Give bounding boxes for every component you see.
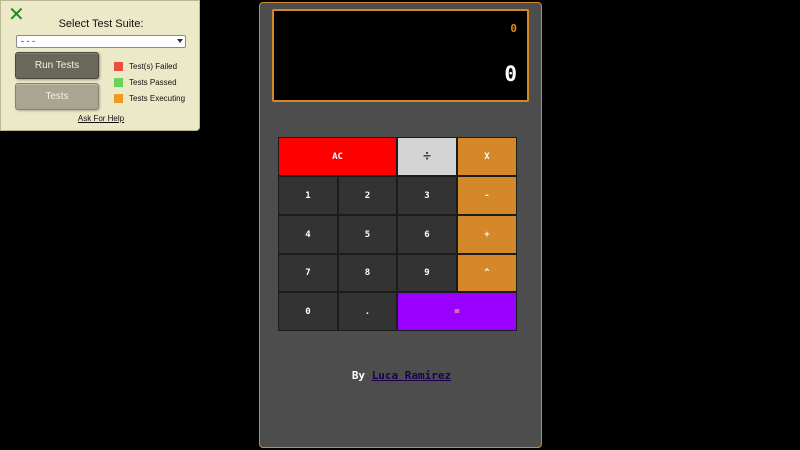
tests-button[interactable]: Tests	[15, 83, 99, 110]
subtract-button[interactable]: -	[457, 176, 517, 215]
suite-title: Select Test Suite:	[58, 18, 144, 30]
key-7-button[interactable]: 7	[278, 254, 338, 292]
legend-label: Tests Passed	[129, 77, 177, 87]
divide-button[interactable]: ÷	[397, 137, 457, 176]
legend-item-failed: Test(s) Failed	[114, 58, 185, 74]
legend-label: Test(s) Failed	[129, 61, 178, 71]
failed-swatch-icon	[114, 61, 123, 71]
credit-prefix: By	[351, 369, 366, 382]
equals-button[interactable]: =	[397, 292, 517, 331]
author-credit: By Luca Ramirez	[260, 369, 543, 382]
executing-swatch-icon	[114, 93, 123, 103]
display: 0 0	[272, 9, 529, 102]
run-tests-button[interactable]: Run Tests	[15, 52, 99, 79]
formula-display: 0	[510, 22, 517, 35]
author-link[interactable]: Luca Ramirez	[372, 369, 451, 382]
keypad: AC ÷ X 1 2 3 - 4 5 6 + 7 8 9 ^ 0 . =	[278, 137, 517, 331]
key-1-button[interactable]: 1	[278, 176, 338, 215]
key-2-button[interactable]: 2	[338, 176, 397, 215]
key-4-button[interactable]: 4	[278, 215, 338, 254]
calculator: 0 0 AC ÷ X 1 2 3 - 4 5 6 + 7 8 9 ^ 0 . =…	[259, 2, 542, 448]
legend-label: Tests Executing	[129, 93, 186, 103]
key-8-button[interactable]: 8	[338, 254, 397, 292]
output-display: 0	[504, 62, 517, 86]
chevron-down-icon	[177, 39, 183, 43]
multiply-button[interactable]: X	[457, 137, 517, 176]
test-suite-select[interactable]: - - -	[16, 35, 186, 48]
select-value: - - -	[21, 36, 35, 46]
decimal-button[interactable]: .	[338, 292, 397, 331]
key-9-button[interactable]: 9	[397, 254, 457, 292]
key-6-button[interactable]: 6	[397, 215, 457, 254]
clear-button[interactable]: AC	[278, 137, 397, 176]
power-button[interactable]: ^	[457, 254, 517, 292]
test-legend: Test(s) Failed Tests Passed Tests Execut…	[114, 58, 185, 106]
test-panel: ✕ Select Test Suite: - - - Run Tests Tes…	[0, 0, 200, 131]
add-button[interactable]: +	[457, 215, 517, 254]
key-5-button[interactable]: 5	[338, 215, 397, 254]
key-0-button[interactable]: 0	[278, 292, 338, 331]
passed-swatch-icon	[114, 77, 123, 87]
ask-for-help-link[interactable]: Ask For Help	[1, 114, 201, 123]
legend-item-executing: Tests Executing	[114, 90, 185, 106]
key-3-button[interactable]: 3	[397, 176, 457, 215]
legend-item-passed: Tests Passed	[114, 74, 185, 90]
